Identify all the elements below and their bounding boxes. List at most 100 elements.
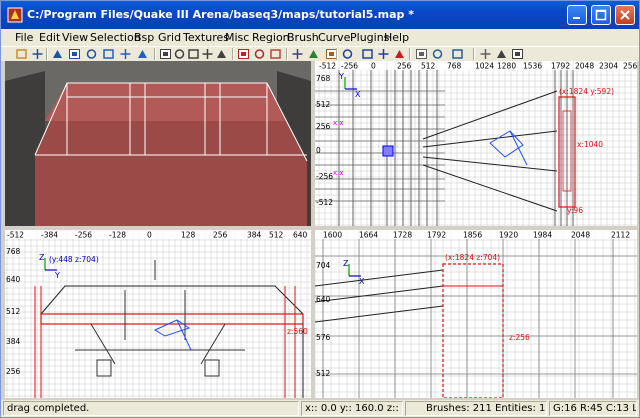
selected-brush [442,263,504,398]
ruler-tick: 640 [316,295,331,304]
drag-vertices-icon[interactable] [495,48,508,60]
camera-preview-icon[interactable] [393,48,406,60]
change-views-icon[interactable] [291,48,304,60]
status-grid: G:16 R:45 C:13 L:MR [549,401,637,416]
select-partial-tall-icon[interactable] [187,48,200,60]
ruler-tick: -512 [319,62,336,71]
texture-lock-icon[interactable] [307,48,320,60]
app-icon [7,7,23,23]
rotate-x-icon[interactable] [102,48,115,60]
ruler-tick: 768 [316,74,331,83]
ruler-tick: 576 [316,333,331,342]
menu-grid[interactable]: Grid [158,31,181,44]
minimize-button[interactable] [567,5,587,25]
menu-file[interactable]: File [15,31,33,44]
ruler-tick: 2112 [611,231,630,240]
open-icon[interactable] [15,48,28,60]
maximize-button[interactable] [591,5,611,25]
maximize-icon [595,9,607,21]
scale-y-icon[interactable] [341,48,354,60]
save-icon[interactable] [31,48,44,60]
menu-help[interactable]: Help [384,31,409,44]
ruler-tick: -512 [7,231,24,240]
yz-grid: -512 -384 -256 -128 0 128 256 384 512 640 768 640 51… [5,230,311,398]
axis-label: Z [39,253,45,262]
ruler-tick: 1792 [427,231,446,240]
selection-size-label: z:560 [287,327,308,336]
rotate-y-icon[interactable] [119,48,132,60]
axis-label: Y [54,271,60,280]
select-touching-icon[interactable] [173,48,186,60]
ruler-tick: 1600 [323,231,342,240]
ruler-tick: 256 [397,62,412,71]
player-start-entity [382,145,394,157]
cubic-clip-icon[interactable] [377,48,390,60]
axis-label: Z [343,259,349,268]
light-entity [489,130,528,166]
selection-coord-label: (y:448 z:704) [49,255,99,264]
top-view-xy[interactable]: x x x x -512 -256 0 256 512 768 1024 1280 1536 1792… [315,61,637,226]
selection-coord-label: (x:1824 y:592) [559,87,614,96]
csg-merge-icon[interactable] [237,48,250,60]
ruler-tick: 768 [6,247,21,256]
menu-misc[interactable]: Misc [225,31,249,44]
ruler-tick: 512 [421,62,436,71]
show-paths-icon[interactable] [431,48,444,60]
entity-view-icon[interactable] [415,48,428,60]
ruler-tick: 256 [623,62,637,71]
status-counts: Brushes: 211 Entities: 16 [405,401,547,416]
ruler-tick: 0 [147,231,152,240]
menu-brush[interactable]: Brush [287,31,319,44]
xy-grid: x x x x -512 -256 0 256 512 768 1024 1280 1536 1792… [315,61,637,226]
status-message: drag completed. [3,401,299,416]
ruler-tick: 2048 [575,62,594,71]
csg-subtract-icon[interactable] [215,48,228,60]
ruler-tick: 640 [293,231,308,240]
ruler-tick: 2304 [599,62,618,71]
ruler-tick: 1024 [475,62,494,71]
menu-curve[interactable]: Curve [318,31,350,44]
rotate-z-icon[interactable] [136,48,149,60]
close-button[interactable] [615,5,635,25]
flip-z-icon[interactable] [85,48,98,60]
side-view-yz[interactable]: -512 -384 -256 -128 0 128 256 384 512 640 768 640 51… [5,230,311,398]
camera-view[interactable] [5,61,311,226]
axis-label: X [359,277,365,286]
clipper-icon[interactable] [269,48,282,60]
toolbar-separator [154,48,156,60]
toolbar-separator [286,48,288,60]
ruler-tick: 2048 [571,231,590,240]
make-hollow-icon[interactable] [253,48,266,60]
ramp-brush [422,90,558,212]
menu-edit[interactable]: Edit [39,31,60,44]
ruler-tick: 512 [316,100,331,109]
ruler-tick: -128 [109,231,126,240]
xz-grid: 1600 1664 1728 1792 1856 1920 1984 2048 2112 704 6… [315,230,637,398]
select-faces-icon[interactable] [511,48,524,60]
ruler-tick: 1536 [523,62,542,71]
patch-bend-icon[interactable] [451,48,464,60]
camera-render [5,61,311,226]
radiant-window: C:/Program Files/Quake III Arena/baseq3/… [0,0,640,418]
front-view-xz[interactable]: 1600 1664 1728 1792 1856 1920 1984 2048 2112 704 6… [315,230,637,398]
ruler-tick: 1664 [359,231,378,240]
select-inside-icon[interactable] [201,48,214,60]
ruler-tick: 384 [6,337,21,346]
menu-region[interactable]: Region [252,31,290,44]
scale-z-icon[interactable] [361,48,374,60]
horizontal-splitter[interactable] [5,226,637,230]
menu-view[interactable]: View [62,31,88,44]
title-bar[interactable]: C:/Program Files/Quake III Arena/baseq3/… [1,1,639,29]
flip-y-icon[interactable] [68,48,81,60]
toolbar-separator [232,48,234,60]
ruler-tick: 0 [371,62,376,71]
select-complete-tall-icon[interactable] [159,48,172,60]
ruler-tick: 1856 [463,231,482,240]
menu-bsp[interactable]: Bsp [134,31,154,44]
ruler-tick: 1792 [551,62,570,71]
flip-x-icon[interactable] [51,48,64,60]
drag-edges-icon[interactable] [479,48,492,60]
menu-textures[interactable]: Textures [183,31,229,44]
entity-label: x x [333,119,344,127]
minimize-icon [573,17,580,19]
